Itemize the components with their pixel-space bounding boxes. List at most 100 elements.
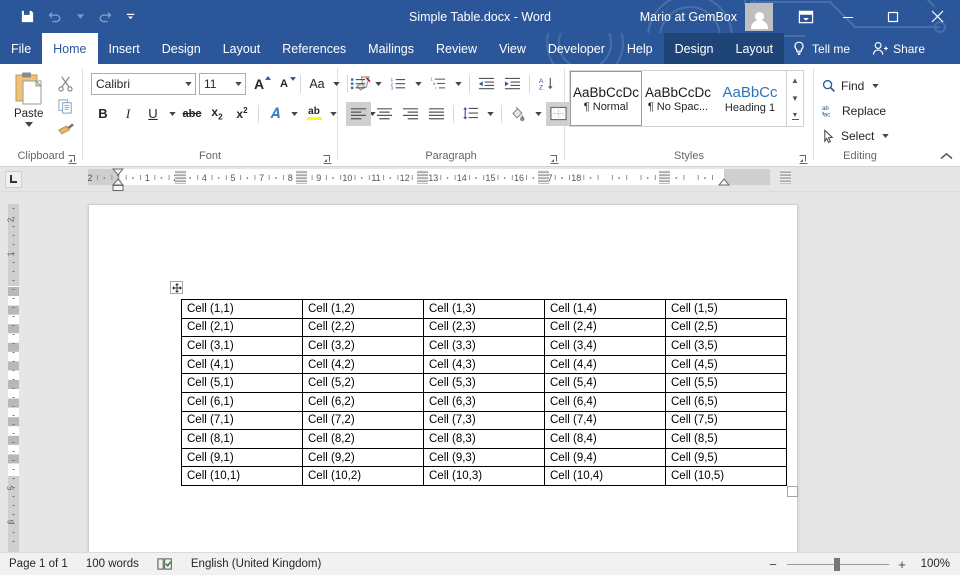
horizontal-ruler[interactable]: 211245789101112131415161718 [26, 167, 960, 191]
table-cell[interactable]: Cell (6,3) [424, 392, 545, 411]
word-count[interactable]: 100 words [77, 553, 148, 576]
font-size-combo[interactable]: 11 [199, 73, 246, 95]
line-spacing-chevron-down-icon[interactable] [484, 102, 497, 126]
styles-more-icon[interactable]: ▼ [787, 108, 803, 126]
table-cell[interactable]: Cell (3,4) [545, 337, 666, 356]
table-cell[interactable]: Cell (8,5) [666, 430, 787, 449]
shading-chevron-down-icon[interactable] [532, 102, 545, 126]
tab-developer[interactable]: Developer [537, 33, 616, 64]
table-cell[interactable]: Cell (1,2) [303, 300, 424, 319]
font-name-combo[interactable]: Calibri [91, 73, 196, 95]
cut-button[interactable] [55, 73, 77, 93]
table-cell[interactable]: Cell (1,1) [182, 300, 303, 319]
underline-button[interactable]: U [141, 102, 165, 126]
style-normal[interactable]: AaBbCcDc ¶ Normal [570, 71, 642, 126]
tab-view[interactable]: View [488, 33, 537, 64]
numbering-button[interactable]: 123 [386, 72, 411, 96]
language-indicator[interactable]: English (United Kingdom) [182, 553, 330, 576]
tab-references[interactable]: References [271, 33, 357, 64]
table-cell[interactable]: Cell (8,2) [303, 430, 424, 449]
table-cell[interactable]: Cell (9,4) [545, 448, 666, 467]
page-indicator[interactable]: Page 1 of 1 [0, 553, 77, 576]
table-row[interactable]: Cell (1,1)Cell (1,2)Cell (1,3)Cell (1,4)… [182, 300, 787, 319]
bold-button[interactable]: B [91, 102, 115, 126]
table-cell[interactable]: Cell (6,2) [303, 392, 424, 411]
table-cell[interactable]: Cell (4,3) [424, 355, 545, 374]
table-row[interactable]: Cell (9,1)Cell (9,2)Cell (9,3)Cell (9,4)… [182, 448, 787, 467]
styles-scroll-down-icon[interactable]: ▼ [787, 89, 803, 107]
table-cell[interactable]: Cell (7,1) [182, 411, 303, 430]
style-no-spacing[interactable]: AaBbCcDc ¶ No Spac... [642, 71, 714, 126]
table-cell[interactable]: Cell (2,3) [424, 318, 545, 337]
style-heading-1[interactable]: AaBbCс Heading 1 [714, 71, 786, 126]
text-highlight-color-button[interactable]: ab [302, 102, 326, 126]
table-cell[interactable]: Cell (6,4) [545, 392, 666, 411]
save-icon[interactable] [14, 5, 40, 29]
avatar[interactable] [745, 3, 773, 31]
align-center-button[interactable] [372, 102, 397, 126]
table-cell[interactable]: Cell (9,1) [182, 448, 303, 467]
zoom-track[interactable] [787, 564, 889, 565]
table-cell[interactable]: Cell (8,3) [424, 430, 545, 449]
multilevel-chevron-down-icon[interactable] [452, 72, 465, 96]
redo-icon[interactable] [92, 5, 118, 29]
table-cell[interactable]: Cell (7,3) [424, 411, 545, 430]
table-cell[interactable]: Cell (8,1) [182, 430, 303, 449]
table-row[interactable]: Cell (7,1)Cell (7,2)Cell (7,3)Cell (7,4)… [182, 411, 787, 430]
font-size-chevron-down-icon[interactable] [231, 82, 245, 86]
table-cell[interactable]: Cell (7,4) [545, 411, 666, 430]
table-cell[interactable]: Cell (10,2) [303, 467, 424, 486]
strikethrough-button[interactable]: abc [180, 102, 204, 126]
table-cell[interactable]: Cell (10,3) [424, 467, 545, 486]
replace-button[interactable]: abac Replace [818, 98, 886, 123]
document-canvas[interactable]: Cell (1,1)Cell (1,2)Cell (1,3)Cell (1,4)… [26, 192, 960, 552]
tab-stop-selector[interactable] [0, 167, 26, 191]
table-cell[interactable]: Cell (10,1) [182, 467, 303, 486]
decrease-indent-button[interactable] [474, 72, 499, 96]
format-painter-button[interactable] [55, 119, 77, 139]
table-cell[interactable]: Cell (2,2) [303, 318, 424, 337]
table-cell[interactable]: Cell (1,4) [545, 300, 666, 319]
zoom-out-button[interactable]: − [767, 557, 780, 572]
align-left-button[interactable] [346, 102, 371, 126]
table-cell[interactable]: Cell (4,5) [666, 355, 787, 374]
sort-button[interactable]: AZ [534, 72, 559, 96]
table-row[interactable]: Cell (6,1)Cell (6,2)Cell (6,3)Cell (6,4)… [182, 392, 787, 411]
table-cell[interactable]: Cell (7,5) [666, 411, 787, 430]
zoom-level[interactable]: 100% [917, 558, 960, 570]
table-cell[interactable]: Cell (3,3) [424, 337, 545, 356]
table-cell[interactable]: Cell (5,5) [666, 374, 787, 393]
styles-dialog-launcher[interactable] [798, 154, 809, 165]
table-cell[interactable]: Cell (5,1) [182, 374, 303, 393]
tab-table-design[interactable]: Design [664, 33, 725, 64]
ribbon-display-options-icon[interactable] [787, 0, 825, 33]
bullets-chevron-down-icon[interactable] [372, 72, 385, 96]
table-row[interactable]: Cell (2,1)Cell (2,2)Cell (2,3)Cell (2,4)… [182, 318, 787, 337]
tab-design[interactable]: Design [151, 33, 212, 64]
table-cell[interactable]: Cell (1,3) [424, 300, 545, 319]
table-cell[interactable]: Cell (3,2) [303, 337, 424, 356]
document-page[interactable]: Cell (1,1)Cell (1,2)Cell (1,3)Cell (1,4)… [88, 204, 798, 552]
align-right-button[interactable] [398, 102, 423, 126]
account-name[interactable]: Mario at GemBox [640, 10, 737, 24]
table-cell[interactable]: Cell (3,1) [182, 337, 303, 356]
table-cell[interactable]: Cell (4,1) [182, 355, 303, 374]
table-row[interactable]: Cell (8,1)Cell (8,2)Cell (8,3)Cell (8,4)… [182, 430, 787, 449]
increase-indent-button[interactable] [500, 72, 525, 96]
font-dialog-launcher[interactable] [322, 154, 333, 165]
table-row[interactable]: Cell (3,1)Cell (3,2)Cell (3,3)Cell (3,4)… [182, 337, 787, 356]
minimize-icon[interactable] [825, 0, 870, 33]
vertical-ruler[interactable]: 2156 [0, 192, 26, 552]
tab-mailings[interactable]: Mailings [357, 33, 425, 64]
paste-button[interactable]: Paste [4, 67, 53, 127]
justify-button[interactable] [424, 102, 449, 126]
font-name-chevron-down-icon[interactable] [181, 82, 195, 86]
table-row[interactable]: Cell (5,1)Cell (5,2)Cell (5,3)Cell (5,4)… [182, 374, 787, 393]
styles-scroll-up-icon[interactable]: ▲ [787, 71, 803, 89]
tab-file[interactable]: File [0, 33, 42, 64]
text-effects-button[interactable]: 𝑨 [263, 102, 287, 126]
change-case-button[interactable]: Aa [305, 72, 329, 96]
zoom-thumb[interactable] [834, 558, 840, 571]
table-cell[interactable]: Cell (2,1) [182, 318, 303, 337]
find-chevron-down-icon[interactable] [872, 84, 879, 88]
